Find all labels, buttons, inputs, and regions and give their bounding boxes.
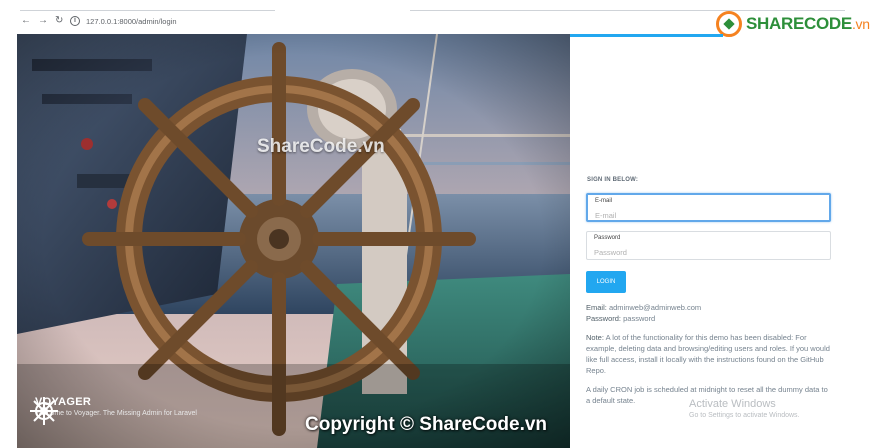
demo-email-line: Email: adminweb@adminweb.com [586,302,834,313]
email-input[interactable] [595,211,822,220]
login-button[interactable]: LOGIN [586,271,626,293]
brand-name: VOYAGER [35,396,92,408]
address-bar[interactable]: i 127.0.0.1:8000/admin/login [70,13,530,29]
page: ← → ↻ i 127.0.0.1:8000/admin/login SHARE… [0,0,876,448]
demo-password-key: Password: [586,314,622,323]
ship-helm-illustration [17,34,570,448]
demo-note-key: Note: [586,333,604,342]
password-input[interactable] [594,248,823,257]
activate-windows-title: Activate Windows [689,398,776,410]
arrow-right-icon[interactable]: → [38,15,48,27]
password-label: Password [594,235,621,241]
accent-bar [570,34,723,37]
voyager-brand: VOYAGER Welcome to Voyager. The Missing … [29,396,197,425]
activate-windows-subtitle: Go to Settings to activate Windows. [689,412,800,419]
activate-windows-overlay: Activate Windows Go to Settings to activ… [689,398,800,419]
tab-divider [20,10,275,11]
brand-tagline: Welcome to Voyager. The Missing Admin fo… [35,410,197,417]
arrow-left-icon[interactable]: ← [21,15,31,27]
info-icon[interactable]: i [70,16,80,26]
demo-email-key: Email: [586,303,607,312]
copyright-watermark: Copyright © ShareCode.vn [305,414,548,435]
email-label: E-mail [595,198,613,204]
sharecode-logo: SHARECODE.vn [716,10,870,38]
logo-suffix-text: .vn [851,16,870,32]
watermark-text: ShareCode.vn [257,136,385,157]
demo-note: Note: A lot of the functionality for thi… [586,332,834,376]
password-field[interactable]: Password [586,231,831,260]
sign-in-heading: SIGN IN BELOW: [587,177,639,183]
hero-image: ShareCode.vn VOYAGER Welcome to Voyager.… [17,34,570,448]
demo-password-value: password [623,314,656,323]
email-field[interactable]: E-mail [586,193,831,222]
demo-credentials: Email: adminweb@adminweb.com Password: p… [586,302,834,324]
reload-icon[interactable]: ↻ [55,15,63,27]
demo-note-text: A lot of the functionality for this demo… [586,333,830,375]
url-text: 127.0.0.1:8000/admin/login [86,16,177,26]
demo-password-line: Password: password [586,313,834,324]
demo-email-value: adminweb@adminweb.com [608,303,702,312]
sharecode-logo-text: SHARECODE.vn [746,14,870,34]
logo-main-text: SHARECODE [746,14,852,33]
ship-wheel-icon [30,397,58,425]
